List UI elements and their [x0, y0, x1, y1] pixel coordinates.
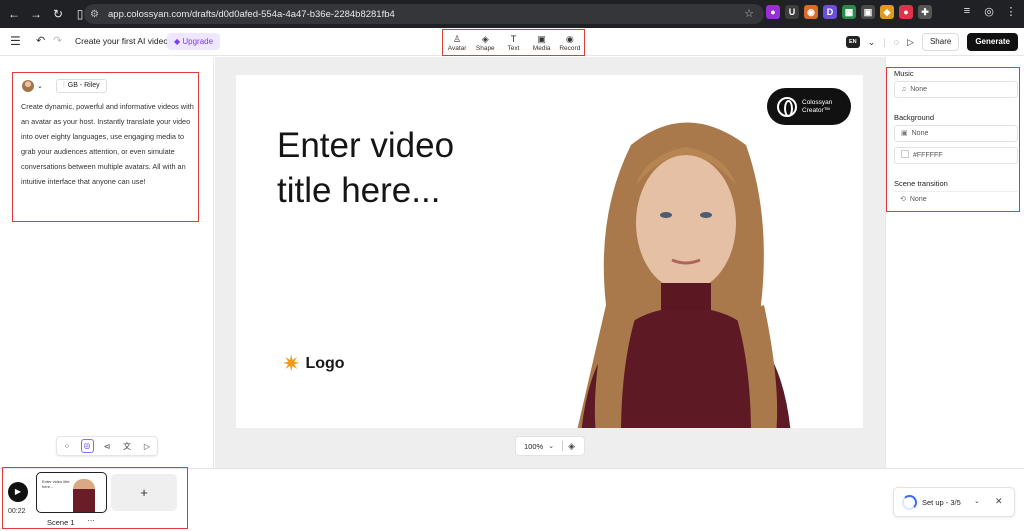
- avatar: [22, 80, 34, 92]
- music-note-icon: ♫: [901, 86, 907, 93]
- script-editor: ⌄ ⫶ GB - Riley Create dynamic, powerful a…: [12, 72, 199, 222]
- zoom-control: 100% ⌄ ◈: [515, 436, 585, 456]
- reload-icon[interactable]: ↻: [50, 6, 66, 22]
- extension-icon[interactable]: U: [785, 5, 799, 19]
- upgrade-label: Upgrade: [182, 37, 214, 46]
- chevron-down-icon[interactable]: ⌄: [548, 442, 554, 450]
- play-script-icon[interactable]: ▷: [141, 442, 154, 451]
- gesture-icon[interactable]: ⁘: [61, 442, 74, 451]
- extensions-bar: ● U ◉ D ▦ ▣ ◆ ● ✚: [766, 5, 932, 19]
- scene-thumb-avatar: [73, 479, 95, 512]
- pause-marker-icon[interactable]: ◎: [80, 439, 94, 453]
- slide-title[interactable]: Enter video title here...: [277, 123, 517, 213]
- extension-icon[interactable]: ◉: [804, 5, 818, 19]
- progress-ring-icon: [902, 495, 917, 510]
- address-bar[interactable]: ⚙ app.colossyan.com/drafts/d0d0afed-554a…: [84, 4, 764, 24]
- more-options-icon[interactable]: ⋯: [87, 516, 95, 525]
- extension-icon[interactable]: ▦: [842, 5, 856, 19]
- comment-icon[interactable]: ◌: [894, 37, 899, 47]
- slide-logo[interactable]: ✷ Logo: [282, 353, 345, 375]
- setup-progress[interactable]: Set up - 3/5 ⌄ ✕: [893, 487, 1015, 517]
- avatar-selector[interactable]: ⌄: [22, 79, 50, 93]
- add-scene-button[interactable]: +: [111, 474, 177, 511]
- diction-icon[interactable]: ⊲: [101, 442, 114, 451]
- sun-logo-icon: ✷: [282, 351, 301, 376]
- forward-icon[interactable]: →: [28, 6, 44, 22]
- profile-icon[interactable]: ◎: [982, 5, 996, 18]
- music-label: Music: [894, 69, 914, 78]
- shape-tool[interactable]: ◈ Shape: [472, 34, 498, 52]
- shape-icon: ◈: [481, 33, 489, 44]
- waveform-icon: ⫶: [63, 82, 65, 89]
- script-text[interactable]: Create dynamic, powerful and informative…: [21, 99, 197, 189]
- close-icon[interactable]: ✕: [995, 496, 1003, 507]
- record-icon: ◉: [565, 33, 574, 44]
- play-button[interactable]: ▶: [8, 482, 28, 502]
- avatar-presenter[interactable]: [536, 105, 836, 428]
- background-label: Background: [894, 113, 935, 122]
- redo-icon[interactable]: ↷: [53, 34, 62, 47]
- chevron-down-icon[interactable]: ⌄: [868, 37, 876, 48]
- voice-selector[interactable]: ⫶ GB - Riley: [56, 79, 107, 93]
- extension-icon[interactable]: ▣: [861, 5, 875, 19]
- script-tools: ⁘ ◎ ⊲ 文 ▷: [56, 436, 158, 456]
- preview-play-icon[interactable]: ▷: [907, 37, 914, 48]
- language-badge[interactable]: EN: [845, 36, 860, 48]
- insert-tools: ♙ Avatar ◈ Shape T Text ▣ Media ◉ Record: [442, 29, 585, 56]
- layers-icon[interactable]: ◈: [568, 441, 575, 452]
- transition-label: Scene transition: [894, 179, 948, 188]
- record-tool[interactable]: ◉ Record: [557, 34, 583, 52]
- music-field[interactable]: ♫ None: [894, 81, 1018, 98]
- back-icon[interactable]: ←: [6, 6, 22, 22]
- transition-icon: ⟲: [900, 196, 906, 203]
- chevron-down-icon[interactable]: ⌄: [974, 497, 980, 505]
- url-text[interactable]: app.colossyan.com/drafts/d0d0afed-554a-4…: [108, 9, 395, 20]
- site-info-icon[interactable]: ⚙: [90, 9, 104, 20]
- setup-label: Set up - 3/5: [922, 498, 961, 507]
- browser-actions: ≡ ◎ ⋮: [960, 5, 1018, 18]
- media-tool[interactable]: ▣ Media: [529, 34, 555, 52]
- bookmark-star-icon[interactable]: ☆: [744, 7, 754, 20]
- translate-icon[interactable]: 文: [121, 441, 134, 452]
- background-color-field[interactable]: #FFFFFF: [894, 147, 1018, 164]
- text-tool[interactable]: T Text: [500, 34, 526, 52]
- zoom-level[interactable]: 100%: [524, 442, 543, 451]
- avatar-tool[interactable]: ♙ Avatar: [444, 34, 470, 52]
- image-icon: ▣: [901, 130, 908, 137]
- logo-text: Logo: [305, 355, 345, 372]
- puzzle-icon[interactable]: ✚: [918, 5, 932, 19]
- generate-button[interactable]: Generate: [967, 33, 1018, 51]
- upgrade-button[interactable]: ◆ Upgrade: [167, 33, 221, 50]
- extension-icon[interactable]: ◆: [880, 5, 894, 19]
- menu-icon[interactable]: ☰: [10, 34, 21, 48]
- transition-field[interactable]: ⟲ None: [894, 191, 1018, 208]
- voice-label: GB - Riley: [67, 82, 100, 89]
- share-button[interactable]: Share: [921, 33, 960, 51]
- color-swatch: [901, 150, 909, 158]
- extension-icon[interactable]: ●: [766, 5, 780, 19]
- draft-title[interactable]: Create your first AI video: [75, 36, 168, 46]
- extension-icon[interactable]: D: [823, 5, 837, 19]
- text-icon: T: [510, 33, 517, 44]
- divider: |: [883, 37, 886, 47]
- scene-label[interactable]: Scene 1: [47, 518, 75, 527]
- menu-dots-icon[interactable]: ⋮: [1004, 5, 1018, 18]
- extension-icon[interactable]: ●: [899, 5, 913, 19]
- tab-search-icon[interactable]: ≡: [960, 5, 974, 18]
- media-icon: ▣: [537, 33, 546, 44]
- background-media-field[interactable]: ▣ None: [894, 125, 1018, 142]
- duration: 00:22: [8, 508, 26, 515]
- slide-canvas[interactable]: Enter video title here... ✷ Logo Colossy…: [236, 75, 863, 428]
- divider: [562, 441, 564, 451]
- undo-icon[interactable]: ↶: [36, 34, 45, 47]
- avatar-icon: ♙: [453, 33, 462, 44]
- toolbar-actions: EN ⌄ | ◌ ▷ Share Generate: [845, 33, 1018, 51]
- scene-thumbnail[interactable]: Enter video title here...: [36, 472, 107, 513]
- scene-properties: Music ♫ None Background ▣ None #FFFFFF Sce…: [886, 67, 1020, 212]
- scene-thumb-title: Enter video title here...: [42, 479, 70, 489]
- chevron-down-icon: ⌄: [37, 83, 43, 90]
